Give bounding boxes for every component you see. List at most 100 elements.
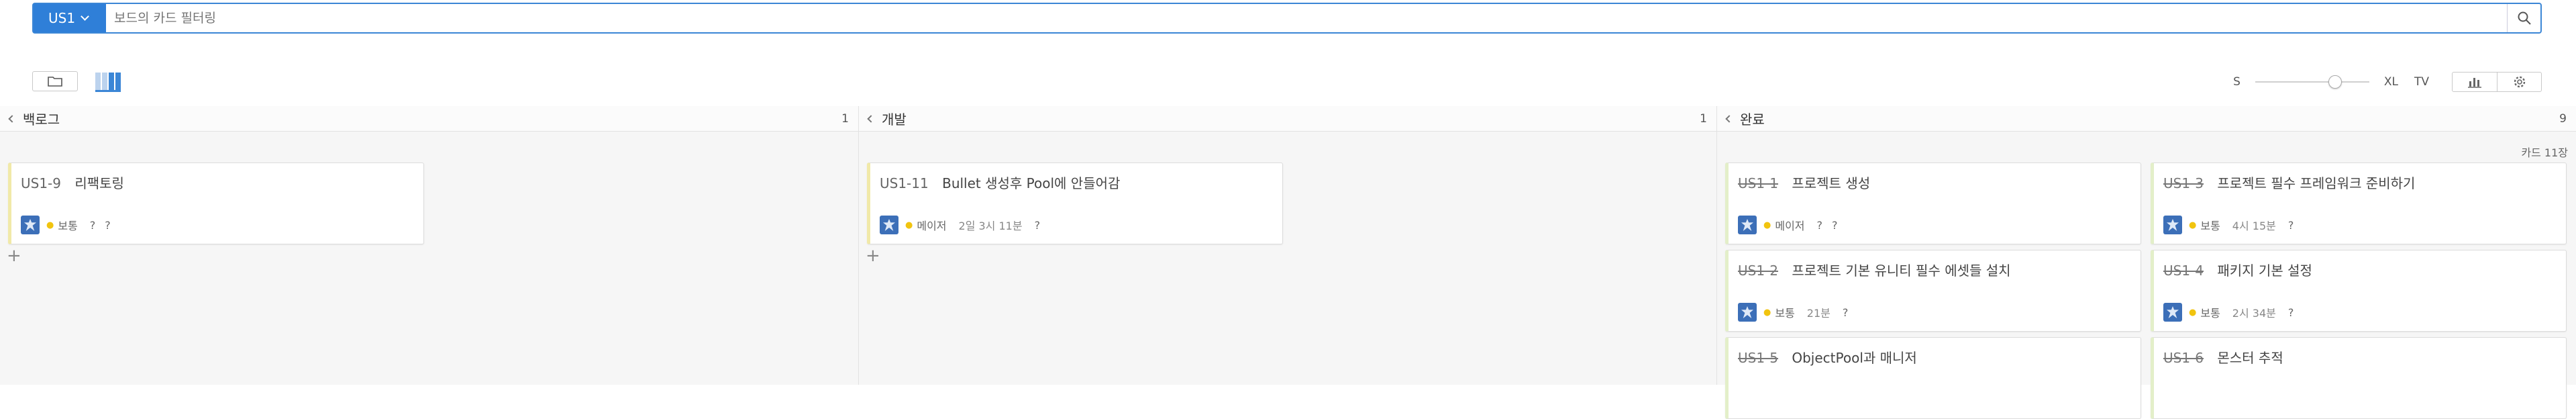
view-controls: S XL TV bbox=[2233, 70, 2542, 94]
card-title: US1-5 ObjectPool과 매니저 bbox=[1738, 347, 1917, 367]
project-select-label: US1 bbox=[48, 10, 76, 26]
add-card-button[interactable]: + bbox=[866, 247, 880, 265]
card-title: US1-9 리팩토링 bbox=[21, 173, 124, 192]
task-card[interactable]: US1-11 Bullet 생성후 Pool에 안들어감 ● 메이저 2일 3시… bbox=[867, 162, 1283, 244]
card-meta: ● 메이저 2일 3시 11분 ? bbox=[880, 216, 1049, 234]
card-id: US1-9 bbox=[21, 175, 61, 191]
card-filter-input[interactable] bbox=[106, 4, 2507, 32]
column-title: 개발 bbox=[882, 111, 907, 128]
collapse-left-icon[interactable] bbox=[1725, 114, 1733, 123]
column-backlog: 백로그 1 US1-9 리팩토링 ● 보통 ? ? + bbox=[0, 106, 859, 385]
card-priority: 보통 bbox=[58, 220, 78, 232]
card-due: ? bbox=[105, 218, 111, 232]
column-count: 1 bbox=[1700, 111, 1707, 126]
card-name: Bullet 생성후 Pool에 안들어감 bbox=[942, 175, 1121, 191]
avatar bbox=[1738, 216, 1757, 234]
task-card[interactable]: US1-4 패키지 기본 설정 ● 보통 2시 34분 ? bbox=[2151, 250, 2567, 332]
chart-view-button[interactable] bbox=[2453, 73, 2497, 91]
avatar bbox=[21, 216, 40, 234]
column-header[interactable]: 백로그 1 bbox=[0, 106, 858, 132]
tv-mode-button[interactable]: TV bbox=[2414, 75, 2429, 89]
card-title: US1-6 몬스터 추적 bbox=[2163, 347, 2283, 367]
card-name: 리팩토링 bbox=[74, 175, 124, 191]
search-icon bbox=[2518, 11, 2531, 25]
card-priority: 메이저 bbox=[1775, 220, 1805, 232]
priority-dot-icon: ● bbox=[46, 220, 54, 230]
gear-icon bbox=[2514, 76, 2525, 88]
chevron-down-icon bbox=[81, 12, 89, 21]
bar-chart-icon bbox=[2468, 78, 2481, 88]
project-select-button[interactable]: US1 bbox=[34, 4, 106, 32]
column-header[interactable]: 개발 1 bbox=[859, 106, 1716, 132]
card-time-spent: 2일 3시 11분 bbox=[958, 220, 1023, 232]
search-button[interactable] bbox=[2507, 4, 2540, 32]
settings-button[interactable] bbox=[2497, 73, 2541, 91]
card-priority: 보통 bbox=[2200, 307, 2220, 320]
task-card[interactable]: US1-5 ObjectPool과 매니저 bbox=[1725, 337, 2141, 419]
kanban-board: 백로그 1 US1-9 리팩토링 ● 보통 ? ? + 개발 1 US1-11 … bbox=[0, 106, 2576, 419]
column-development: 개발 1 US1-11 Bullet 생성후 Pool에 안들어감 ● 메이저 … bbox=[859, 106, 1717, 385]
card-name: 프로젝트 생성 bbox=[1792, 175, 1871, 191]
card-name: 패키지 기본 설정 bbox=[2217, 263, 2312, 279]
card-time-spent: 4시 15분 bbox=[2232, 220, 2276, 232]
column-done: 완료 9 카드 11장 US1-1 프로젝트 생성 ● 메이저 ? ? US1-… bbox=[1717, 106, 2576, 419]
card-name: 프로젝트 필수 프레임워크 준비하기 bbox=[2217, 175, 2416, 191]
card-time-spent: 21분 bbox=[1806, 307, 1831, 320]
card-id: US1-1 bbox=[1738, 175, 1778, 191]
card-title: US1-2 프로젝트 기본 유니티 필수 에셋들 설치 bbox=[1738, 260, 2011, 279]
column-count: 9 bbox=[2559, 111, 2567, 126]
card-priority: 보통 bbox=[2200, 220, 2220, 232]
card-due: ? bbox=[2287, 306, 2294, 319]
avatar bbox=[880, 216, 898, 234]
card-title: US1-11 Bullet 생성후 Pool에 안들어감 bbox=[880, 173, 1120, 192]
priority-dot-icon: ● bbox=[1763, 220, 1771, 230]
column-header[interactable]: 완료 9 bbox=[1717, 106, 2576, 132]
column-count: 1 bbox=[841, 111, 849, 126]
collapse-left-icon[interactable] bbox=[8, 114, 16, 123]
priority-dot-icon: ● bbox=[2189, 307, 2197, 318]
card-title: US1-3 프로젝트 필수 프레임워크 준비하기 bbox=[2163, 173, 2415, 192]
avatar bbox=[2163, 303, 2182, 322]
task-card[interactable]: US1-9 리팩토링 ● 보통 ? ? bbox=[8, 162, 424, 244]
avatar bbox=[1738, 303, 1757, 322]
card-filter-bar: US1 bbox=[32, 3, 2542, 34]
card-priority: 메이저 bbox=[917, 220, 947, 232]
card-id: US1-6 bbox=[2163, 350, 2204, 366]
card-meta: ● 보통 4시 15분 ? bbox=[2163, 216, 2303, 234]
priority-dot-icon: ● bbox=[905, 220, 913, 230]
card-name: 몬스터 추적 bbox=[2217, 350, 2283, 366]
view-button-group bbox=[2452, 72, 2542, 92]
task-card[interactable]: US1-1 프로젝트 생성 ● 메이저 ? ? bbox=[1725, 162, 2141, 244]
slider-handle[interactable] bbox=[2328, 75, 2342, 89]
card-id: US1-4 bbox=[2163, 263, 2204, 279]
card-priority: 보통 bbox=[1775, 307, 1795, 320]
card-meta: ● 보통 2시 34분 ? bbox=[2163, 303, 2303, 322]
add-card-button[interactable]: + bbox=[7, 247, 21, 265]
task-card[interactable]: US1-3 프로젝트 필수 프레임워크 준비하기 ● 보통 4시 15분 ? bbox=[2151, 162, 2567, 244]
card-count-label: 카드 11장 bbox=[2521, 146, 2568, 159]
card-meta: ● 보통 21분 ? bbox=[1738, 303, 1857, 322]
card-due: ? bbox=[1832, 218, 1838, 232]
priority-dot-icon: ● bbox=[2189, 220, 2197, 230]
task-card[interactable]: US1-2 프로젝트 기본 유니티 필수 에셋들 설치 ● 보통 21분 ? bbox=[1725, 250, 2141, 332]
card-id: US1-2 bbox=[1738, 263, 1778, 279]
board-layout-icon[interactable] bbox=[95, 71, 125, 93]
card-meta: ● 메이저 ? ? bbox=[1738, 216, 1847, 234]
folder-icon bbox=[48, 77, 62, 87]
folder-button[interactable] bbox=[32, 71, 78, 91]
priority-dot-icon: ● bbox=[1763, 307, 1771, 318]
slider-track bbox=[2255, 81, 2369, 83]
column-title: 백로그 bbox=[23, 111, 60, 128]
card-estimate: ? bbox=[89, 218, 96, 232]
card-due: ? bbox=[1842, 306, 1849, 319]
task-card[interactable]: US1-6 몬스터 추적 bbox=[2151, 337, 2567, 419]
size-min-label: S bbox=[2233, 75, 2240, 89]
card-name: 프로젝트 기본 유니티 필수 에셋들 설치 bbox=[1792, 263, 2011, 279]
board-toolbar: S XL TV bbox=[32, 70, 2542, 94]
card-size-slider[interactable] bbox=[2255, 75, 2369, 89]
card-id: US1-5 bbox=[1738, 350, 1778, 366]
card-id: US1-3 bbox=[2163, 175, 2204, 191]
column-title: 완료 bbox=[1740, 111, 1765, 128]
collapse-left-icon[interactable] bbox=[867, 114, 875, 123]
card-due: ? bbox=[2287, 218, 2294, 232]
